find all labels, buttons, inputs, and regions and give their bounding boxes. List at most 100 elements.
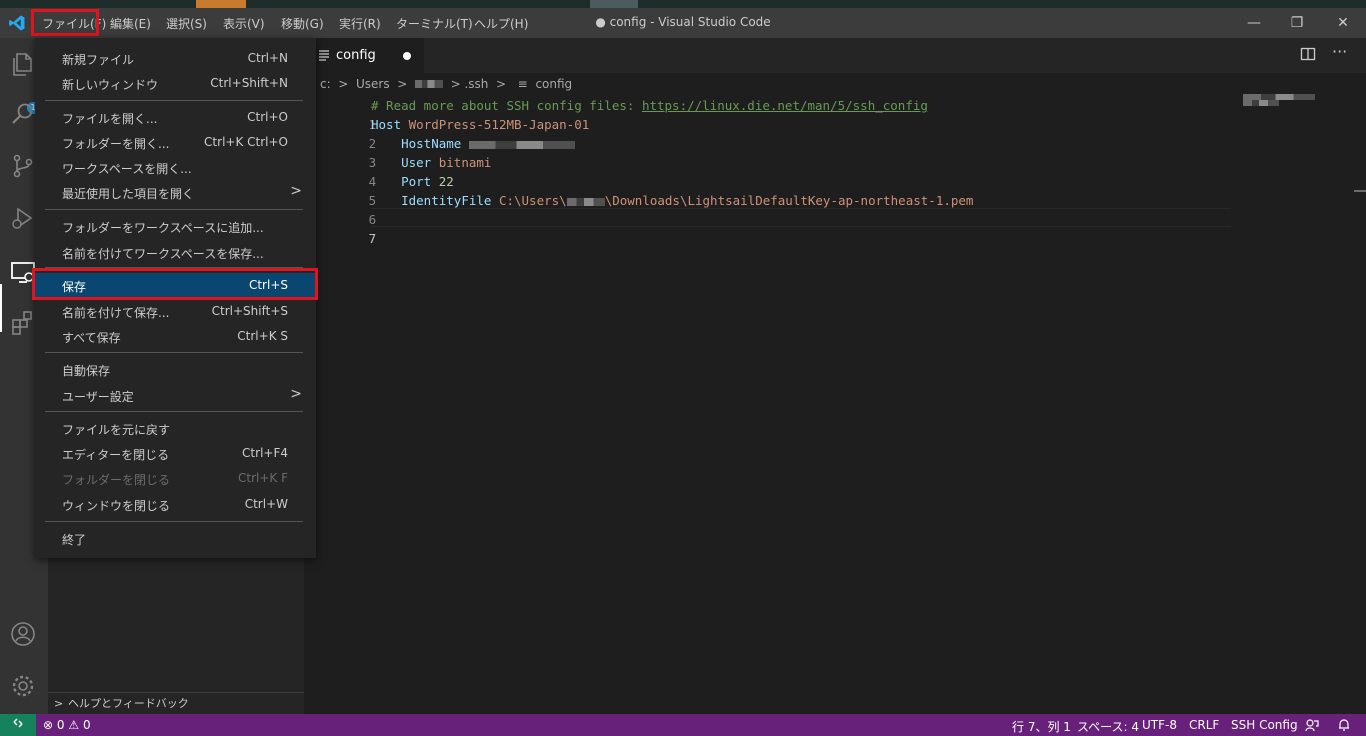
chevron-right-icon: > [393,76,412,91]
menu-separator [45,209,303,210]
settings-gear-icon[interactable] [9,672,37,700]
language-mode[interactable]: SSH Config [1231,718,1298,732]
taskbar-strip [0,0,1366,8]
menu-item-auto-save[interactable]: 自動保存 [35,357,316,381]
user-value: bitnami [438,155,492,170]
menu-item-label: エディターを閉じる [62,448,170,462]
indentation-setting[interactable]: スペース: 4 [1077,718,1139,735]
menu-file-highlight-box [31,9,99,36]
encoding-setting[interactable]: UTF-8 [1142,718,1177,732]
menu-item-shortcut: Ctrl+W [244,497,288,511]
menu-item-new-window[interactable]: 新しいウィンドウ Ctrl+Shift+N [35,71,316,95]
menu-terminal[interactable]: ターミナル(T) [396,15,473,32]
ssh-config-link[interactable]: https://linux.die.net/man/5/ssh_config [642,98,928,113]
minimize-button[interactable]: — [1243,12,1265,34]
close-window-button[interactable]: ✕ [1332,12,1354,34]
redacted-hostname [468,140,575,149]
menu-item-label: ユーザー設定 [62,390,134,404]
code-editor[interactable]: 1 # Read more about SSH config files: ht… [304,96,1366,714]
menu-item-save-as[interactable]: 名前を付けて保存... Ctrl+Shift+S [35,299,316,323]
save-highlight-box [32,268,318,300]
menu-item-close-folder: フォルダーを閉じる Ctrl+K F [35,466,316,490]
menu-item-new-file[interactable]: 新規ファイル Ctrl+N [35,46,316,70]
extensions-icon[interactable] [9,308,37,336]
menu-item-shortcut: Ctrl+Shift+S [211,304,288,318]
vscode-logo-icon [9,15,25,31]
menu-help[interactable]: ヘルプ(H) [474,15,528,32]
menu-item-close-editor[interactable]: エディターを閉じる Ctrl+F4 [35,441,316,465]
menu-item-shortcut: Ctrl+Shift+N [210,76,288,90]
menu-edit[interactable]: 編集(E) [110,15,151,32]
files-icon[interactable] [9,50,37,78]
eol-setting[interactable]: CRLF [1189,718,1219,732]
help-feedback-section[interactable]: > ヘルプとフィードバック [48,692,304,715]
error-icon: ⊗ [43,718,54,732]
menu-item-open-recent[interactable]: 最近使用した項目を開く > [35,180,316,204]
split-editor-icon[interactable] [1300,46,1316,66]
cursor-position[interactable]: 行 7、列 1 [1012,718,1071,735]
menu-item-open-file[interactable]: ファイルを開く... Ctrl+O [35,105,316,129]
minimap[interactable] [1243,94,1315,106]
menu-selection[interactable]: 選択(S) [166,15,207,32]
unsaved-dot-icon[interactable] [403,52,411,60]
menu-item-label: 新規ファイル [62,53,135,67]
editor-scrollbar[interactable] [1352,73,1366,714]
host-value: WordPress-512MB-Japan-01 [408,117,590,132]
menu-item-label: すべて保存 [62,331,121,345]
menu-separator [45,521,303,522]
menu-item-label: フォルダーを閉じる [62,473,171,487]
tab-config[interactable]: config [304,38,424,73]
breadcrumb-file[interactable]: config [535,77,572,91]
menu-item-label: ウィンドウを閉じる [62,499,171,513]
menu-item-label: ファイルを元に戻す [62,423,171,437]
chevron-right-icon: > [290,386,302,402]
menu-view[interactable]: 表示(V) [223,15,265,32]
user-keyword: User [401,155,432,170]
menu-run[interactable]: 実行(R) [339,15,381,32]
breadcrumb-drive[interactable]: c: [320,77,331,91]
redacted-username [414,79,443,88]
menu-separator [45,411,303,412]
menu-item-shortcut: Ctrl+K S [237,329,288,343]
menu-item-label: フォルダーをワークスペースに追加... [62,221,264,235]
chevron-right-icon: > [334,76,353,91]
menu-item-save-workspace-as[interactable]: 名前を付けてワークスペースを保存... [35,240,316,264]
restore-button[interactable]: ❐ [1286,12,1308,34]
ssh-comment: # Read more about SSH config files: [371,98,642,113]
breadcrumb-users[interactable]: Users [356,77,390,91]
menu-item-exit[interactable]: 終了 [35,526,316,550]
run-debug-icon[interactable] [9,204,37,232]
problems-indicator[interactable]: ⊗ 0 ⚠ 0 [43,718,91,732]
breadcrumb: c: > Users > > .ssh > ≡ config [320,76,572,94]
port-keyword: Port [401,174,432,189]
menu-item-preferences[interactable]: ユーザー設定 > [35,383,316,407]
feedback-icon[interactable] [1305,718,1319,735]
menu-item-label: 自動保存 [62,364,111,378]
menu-item-open-workspace[interactable]: ワークスペースを開く... [35,155,316,179]
remote-indicator-icon[interactable] [0,714,36,736]
chevron-right-icon: > [290,183,302,199]
active-view-indicator [0,284,2,332]
hostname-keyword: HostName [401,136,462,151]
menu-item-revert-file[interactable]: ファイルを元に戻す [35,416,316,440]
menu-item-shortcut: Ctrl+K F [238,471,288,485]
chevron-right-icon: > [54,697,64,710]
menu-item-label: 終了 [62,533,87,547]
menu-item-shortcut: Ctrl+O [247,110,288,124]
search-icon[interactable] [9,100,37,128]
menu-item-open-folder[interactable]: フォルダーを開く... Ctrl+K Ctrl+O [35,130,316,154]
menu-item-add-folder-to-workspace[interactable]: フォルダーをワークスペースに追加... [35,214,316,238]
line-number: 7 [368,231,377,246]
warning-count: 0 [82,718,91,732]
menu-item-shortcut: Ctrl+K Ctrl+O [204,135,288,149]
menu-go[interactable]: 移動(G) [281,15,324,32]
menu-item-save-all[interactable]: すべて保存 Ctrl+K S [35,324,316,348]
menu-item-label: ワークスペースを開く... [62,162,192,176]
notifications-bell-icon[interactable] [1337,718,1351,735]
menu-item-close-window[interactable]: ウィンドウを閉じる Ctrl+W [35,492,316,516]
more-actions-icon[interactable]: ··· [1332,42,1347,61]
breadcrumb-ssh[interactable]: .ssh [464,77,488,91]
menu-item-label: ファイルを開く... [62,112,158,126]
account-icon[interactable] [9,620,37,648]
source-control-icon[interactable] [9,152,37,180]
